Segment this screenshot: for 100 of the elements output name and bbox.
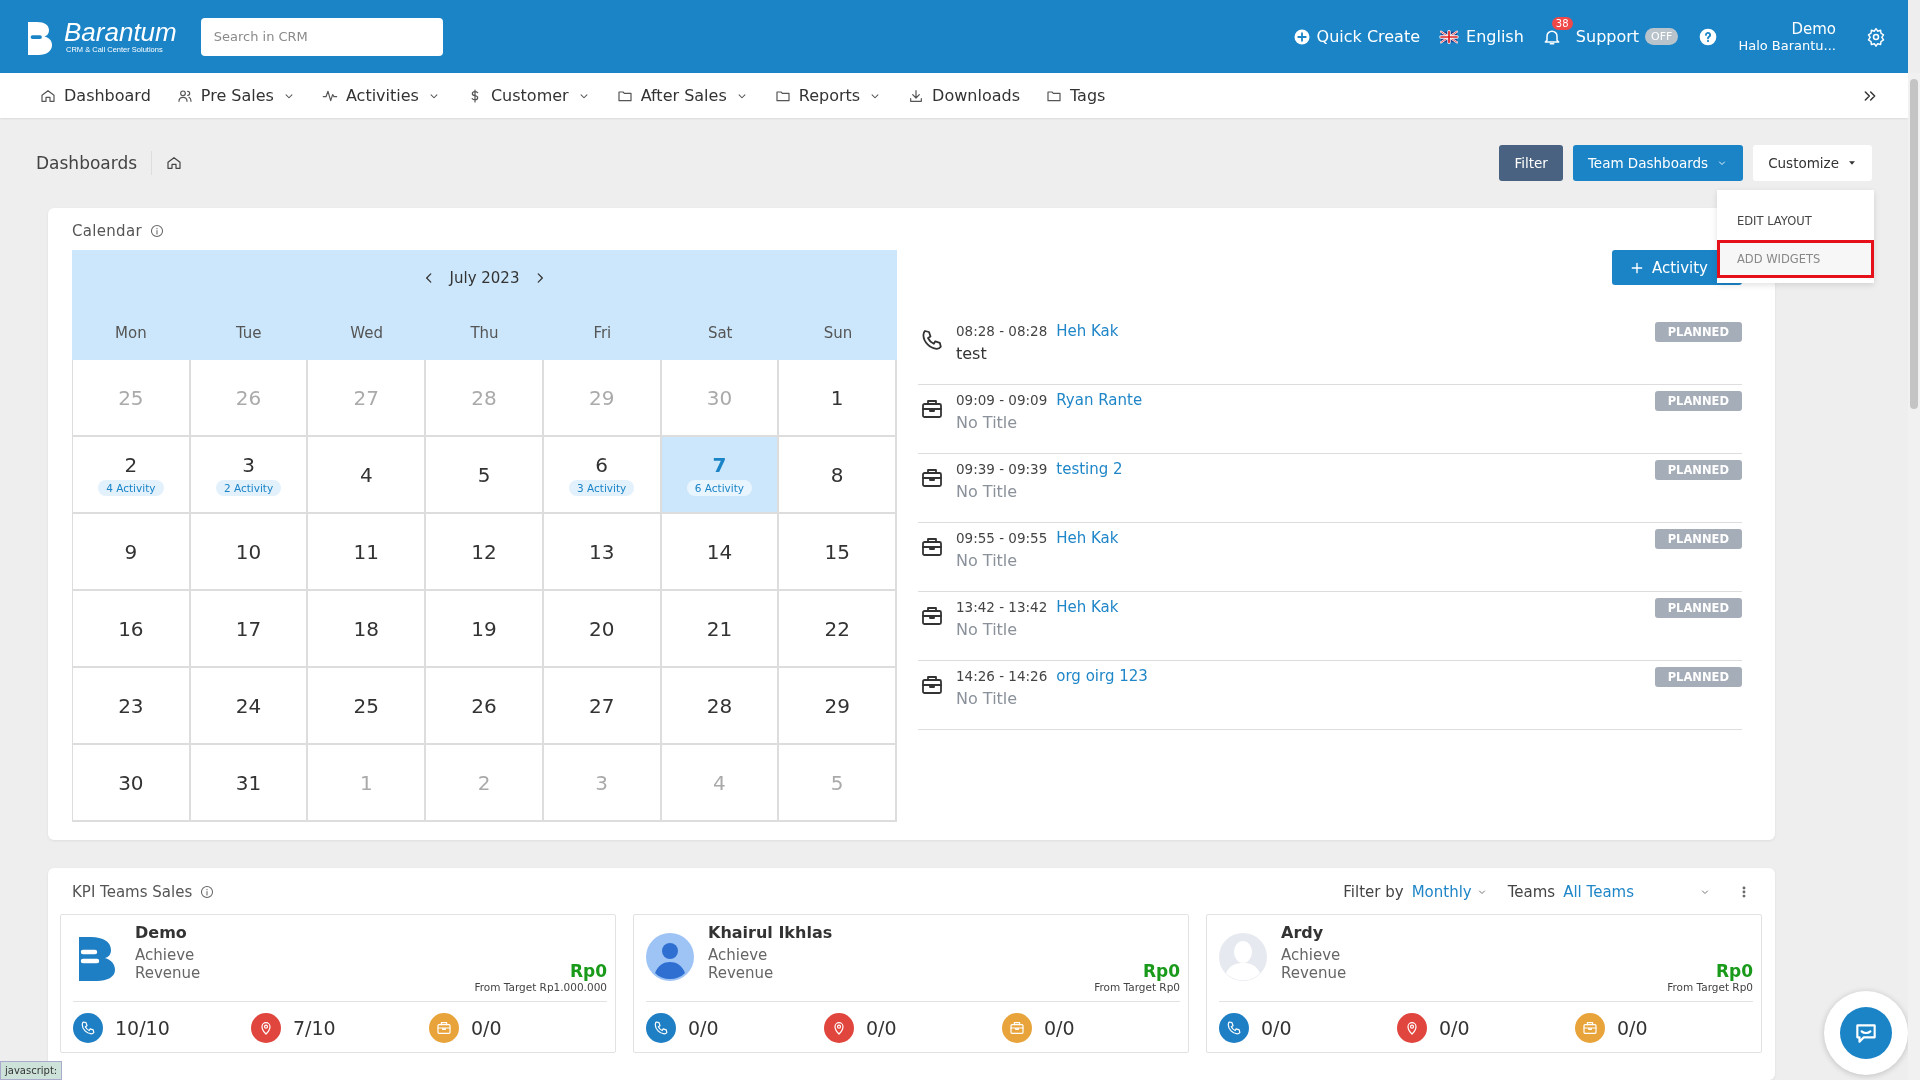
status-badge: PLANNED xyxy=(1654,598,1742,618)
day-cell[interactable]: 7 6 Activity xyxy=(661,437,780,514)
day-cell[interactable]: 15 xyxy=(779,514,897,591)
help-icon[interactable] xyxy=(1698,26,1719,47)
people-icon xyxy=(176,87,193,104)
stat-value: 0/0 xyxy=(1261,1017,1292,1039)
stat-value: 0/0 xyxy=(1044,1017,1075,1039)
revenue-label: Revenue xyxy=(135,964,202,982)
member-name: Ardy xyxy=(1281,923,1325,942)
dashboard-button[interactable]: Team Dashboards xyxy=(1572,145,1744,181)
achieve-label: Achieve xyxy=(1281,946,1342,964)
stat-value: 0/0 xyxy=(1617,1017,1648,1039)
weekday-label: Thu xyxy=(469,324,500,342)
weekday-label: Fri xyxy=(592,324,613,342)
day-cell[interactable]: 5 xyxy=(426,437,544,514)
menu-item[interactable]: EDIT LAYOUT xyxy=(1717,202,1874,240)
day-cell[interactable]: 14 xyxy=(661,514,780,591)
nav-item[interactable]: Activities xyxy=(321,86,441,105)
weekday-label: Mon xyxy=(114,324,148,342)
settings-icon[interactable] xyxy=(1866,26,1886,47)
download-icon xyxy=(908,87,925,104)
info-icon[interactable] xyxy=(149,224,164,238)
day-cell[interactable]: 29 xyxy=(779,668,897,745)
user-org: Halo Barantu... xyxy=(1738,38,1836,53)
status-badge: PLANNED xyxy=(1654,460,1742,480)
status-text: javascript: xyxy=(0,1061,63,1080)
day-cell[interactable]: 25 xyxy=(308,668,427,745)
day-cell[interactable]: 13 xyxy=(543,514,662,591)
day-cell[interactable]: 28 xyxy=(661,668,780,745)
stat-value: 0/0 xyxy=(471,1017,502,1039)
stat-value: 0/0 xyxy=(688,1017,719,1039)
nav-item[interactable]: Tags xyxy=(1046,86,1106,105)
day-cell[interactable]: 24 xyxy=(190,668,309,745)
revenue-label: Revenue xyxy=(708,964,775,982)
nav-item[interactable]: Dashboard xyxy=(40,86,151,105)
contact-link[interactable]: Heh Kak xyxy=(1056,529,1119,547)
day-cell[interactable]: 16 xyxy=(73,591,191,668)
quick-create-button[interactable]: Quick Create xyxy=(1292,27,1421,46)
contact-link[interactable]: testing 2 xyxy=(1056,460,1123,478)
home-icon[interactable] xyxy=(166,155,183,171)
day-cell[interactable]: 17 xyxy=(190,591,309,668)
activity-title: No Title xyxy=(956,689,1019,708)
support-label: Support xyxy=(1575,27,1640,46)
nav-item[interactable]: Downloads xyxy=(908,86,1020,105)
day-cell[interactable]: 27 xyxy=(543,668,662,745)
day-cell[interactable]: 3 2 Activity xyxy=(190,437,309,514)
nav-item[interactable]: Reports xyxy=(774,86,883,105)
weekday-label: Sat xyxy=(706,324,734,342)
activity-title: No Title xyxy=(956,551,1019,570)
page-title: Dashboards xyxy=(36,153,138,173)
day-cell[interactable]: 12 xyxy=(426,514,544,591)
contact-link[interactable]: Ryan Rante xyxy=(1056,391,1143,409)
status-badge: PLANNED xyxy=(1654,529,1742,549)
activity-count: 3 Activity xyxy=(569,480,635,496)
day-cell[interactable]: 11 xyxy=(308,514,427,591)
logo-name: Barantum xyxy=(64,19,177,45)
nav-item[interactable]: Customer xyxy=(466,86,591,105)
day-cell[interactable]: 20 xyxy=(543,591,662,668)
achieve-label: Achieve xyxy=(135,946,196,964)
period-dropdown[interactable]: Monthly xyxy=(1411,883,1488,901)
customize-button[interactable]: Customize xyxy=(1753,145,1872,181)
target-text: From Target Rp0 xyxy=(1667,981,1753,993)
achieve-label: Achieve xyxy=(708,946,769,964)
nav-item[interactable]: After Sales xyxy=(616,86,749,105)
month-label: July 2023 xyxy=(449,269,520,287)
contact-link[interactable]: Heh Kak xyxy=(1056,598,1119,616)
stat-value: 10/10 xyxy=(115,1017,170,1039)
contact-link[interactable]: org oirg 123 xyxy=(1056,667,1148,685)
status-badge: PLANNED xyxy=(1654,667,1742,687)
search-field[interactable]: Search in CRM xyxy=(200,17,443,56)
day-cell[interactable]: 30 xyxy=(73,745,191,822)
nav-item[interactable]: Pre Sales xyxy=(176,86,296,105)
chat-button[interactable] xyxy=(1824,991,1908,1075)
teams-dropdown[interactable]: All Teams xyxy=(1563,883,1711,901)
location-icon xyxy=(831,1020,847,1036)
day-cell[interactable]: 23 xyxy=(73,668,191,745)
user-name: Demo xyxy=(1791,20,1836,38)
day-cell[interactable]: 26 xyxy=(426,668,544,745)
plus-icon xyxy=(1629,260,1644,275)
day-cell[interactable]: 9 xyxy=(73,514,191,591)
filter-button[interactable]: Filter xyxy=(1499,145,1563,181)
day-cell[interactable]: 8 xyxy=(779,437,897,514)
info-icon[interactable] xyxy=(200,885,215,899)
scrollbar-thumb[interactable] xyxy=(1910,79,1918,409)
day-cell[interactable]: 2 4 Activity xyxy=(73,437,191,514)
day-cell[interactable]: 18 xyxy=(308,591,427,668)
contact-link[interactable]: Heh Kak xyxy=(1056,322,1119,340)
day-cell[interactable]: 1 xyxy=(779,360,897,437)
day-cell[interactable]: 31 xyxy=(190,745,309,822)
day-cell[interactable]: 19 xyxy=(426,591,544,668)
day-cell[interactable]: 21 xyxy=(661,591,780,668)
member-name: Khairul Ikhlas xyxy=(708,923,834,942)
activity-count: 4 Activity xyxy=(98,480,164,496)
revenue-amount: Rp0 xyxy=(1715,961,1753,981)
weekday-label: Tue xyxy=(234,324,263,342)
day-cell[interactable]: 22 xyxy=(779,591,897,668)
day-cell[interactable]: 10 xyxy=(190,514,309,591)
day-cell[interactable]: 4 xyxy=(308,437,427,514)
day-cell[interactable]: 6 3 Activity xyxy=(543,437,662,514)
language-selector[interactable]: English xyxy=(1438,27,1524,46)
